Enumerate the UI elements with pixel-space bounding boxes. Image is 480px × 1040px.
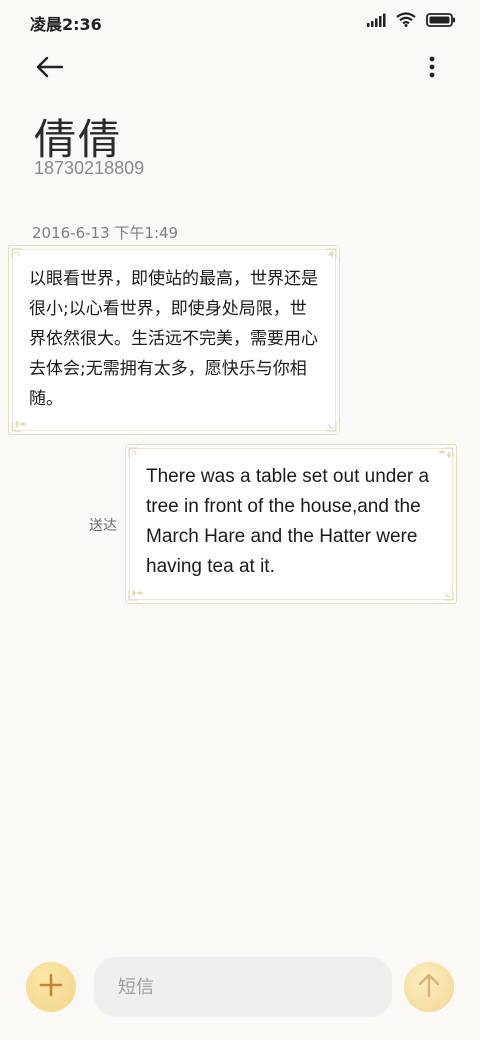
arrow-left-icon	[36, 56, 64, 82]
arrow-up-icon	[417, 972, 441, 1002]
bubble-corner-ornament-icon	[128, 447, 150, 469]
status-icons	[366, 12, 456, 27]
battery-icon	[426, 12, 456, 27]
send-button[interactable]	[404, 962, 454, 1012]
contact-number: 18730218809	[34, 158, 145, 178]
signal-icon	[366, 13, 386, 27]
bubble-corner-ornament-icon	[432, 579, 454, 601]
bubble-corner-ornament-icon	[11, 410, 33, 432]
outgoing-message-text: There was a table set out under a tree i…	[146, 466, 430, 577]
wifi-icon	[396, 12, 416, 27]
status-bar: 凌晨2:36	[0, 0, 480, 44]
message-timestamp: 2016-6-13 下午1:49	[32, 224, 179, 242]
more-options-button[interactable]	[420, 52, 444, 86]
add-attachment-button[interactable]	[26, 962, 76, 1012]
bubble-corner-ornament-icon	[315, 248, 337, 270]
bubble-corner-ornament-icon	[432, 447, 454, 469]
back-button[interactable]	[32, 52, 68, 86]
bubble-corner-ornament-icon	[11, 248, 33, 270]
incoming-message-text: 以眼看世界，即使站的最高，世界还是很小;以心看世界，即使身处局限，世界依然很大。…	[29, 269, 318, 409]
delivery-status: 送达	[89, 518, 117, 534]
more-vertical-icon	[429, 56, 435, 82]
plus-icon	[39, 973, 63, 1001]
bubble-corner-ornament-icon	[128, 579, 150, 601]
incoming-message-bubble[interactable]: 以眼看世界，即使站的最高，世界还是很小;以心看世界，即使身处局限，世界依然很大。…	[8, 245, 340, 435]
message-input[interactable]	[94, 957, 392, 1017]
outgoing-message-bubble[interactable]: There was a table set out under a tree i…	[125, 444, 457, 604]
bubble-corner-ornament-icon	[315, 410, 337, 432]
status-time: 凌晨2:36	[30, 15, 102, 34]
